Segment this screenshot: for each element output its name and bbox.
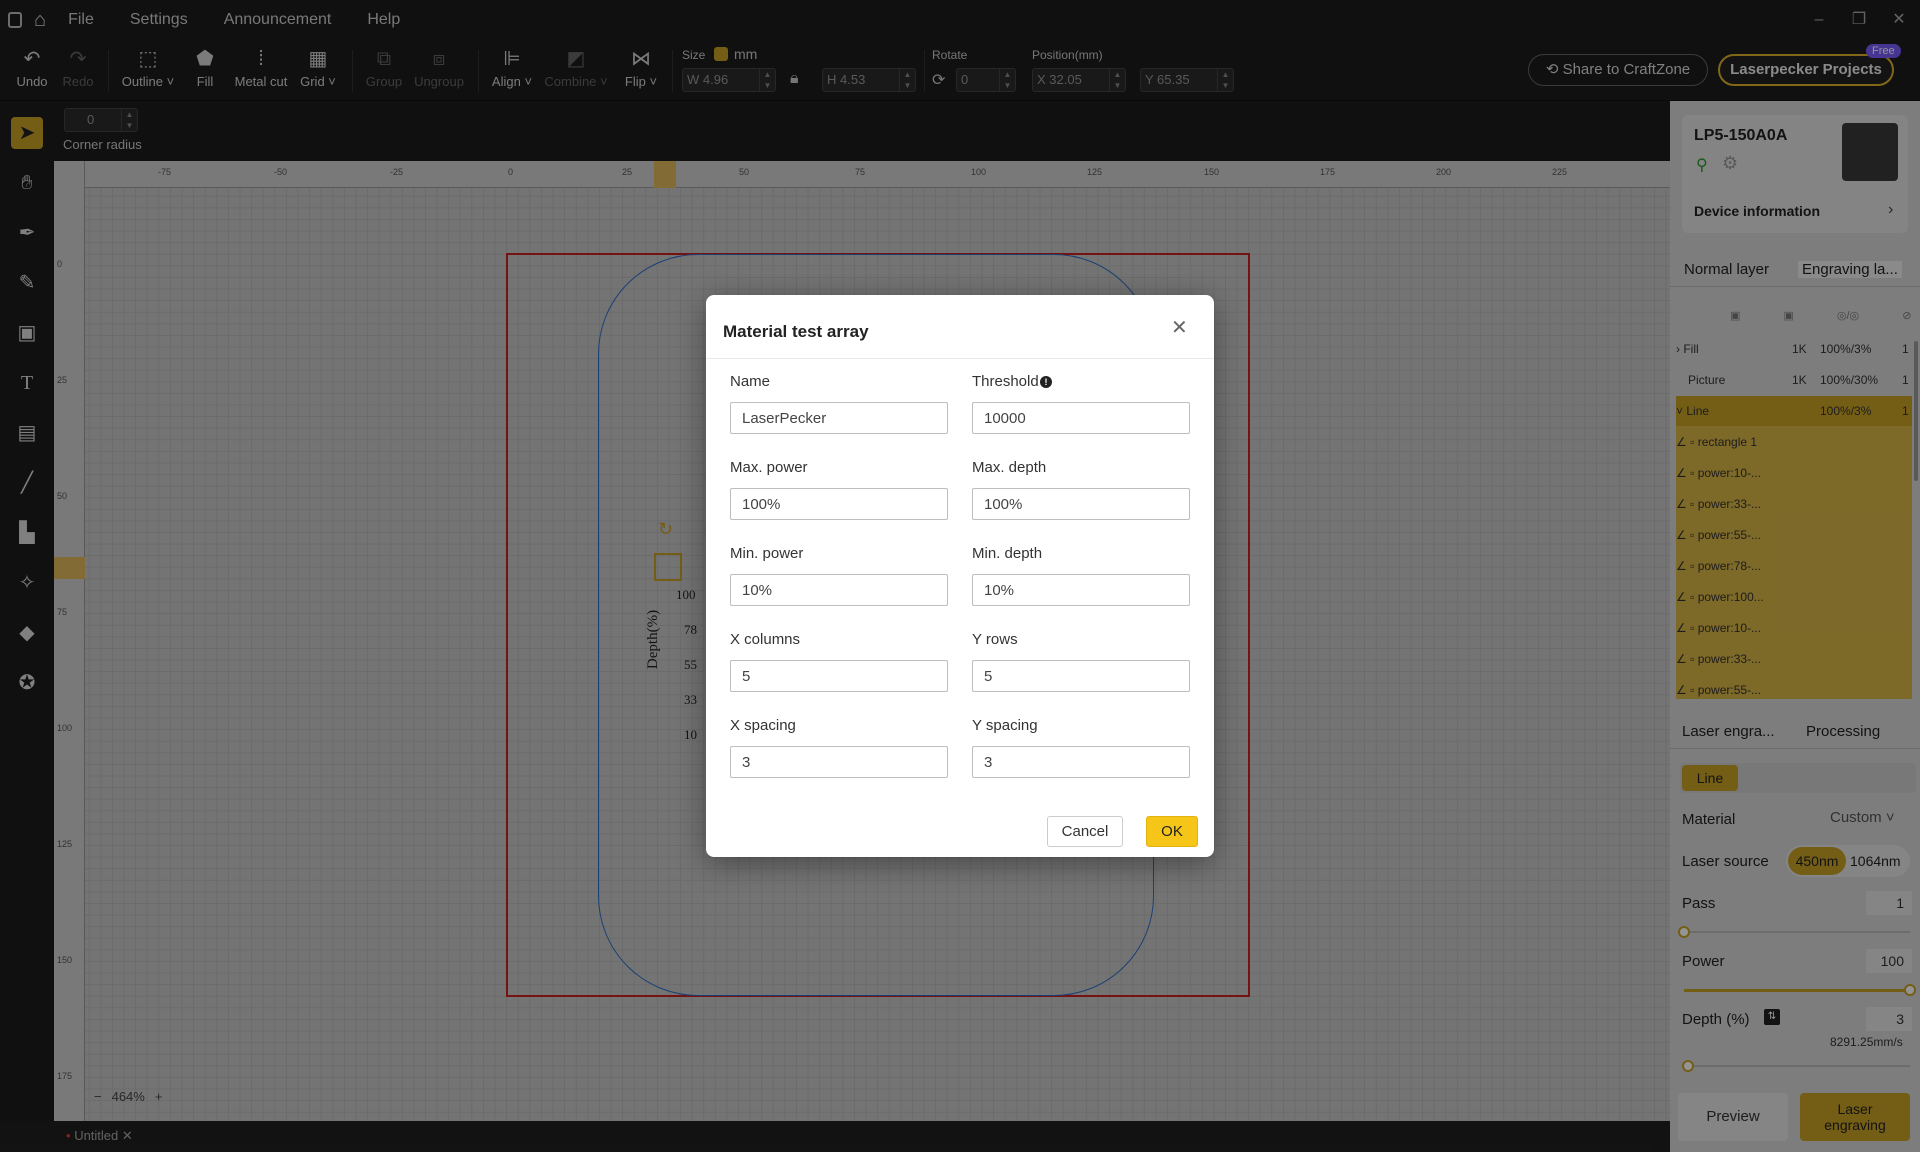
dialog-title: Material test array — [723, 322, 869, 341]
info-icon[interactable]: ! — [1040, 376, 1052, 388]
max-depth-label: Max. depth — [972, 459, 1047, 476]
x-spacing-input[interactable] — [730, 746, 948, 778]
min-power-input[interactable] — [730, 574, 948, 606]
min-power-label: Min. power — [730, 545, 804, 562]
x-columns-input[interactable] — [730, 660, 948, 692]
y-rows-input[interactable] — [972, 660, 1190, 692]
cancel-button[interactable]: Cancel — [1047, 816, 1123, 847]
y-spacing-label: Y spacing — [972, 717, 1038, 734]
material-test-dialog: Material test array ✕ Name Threshold ! M… — [706, 295, 1214, 857]
ok-button[interactable]: OK — [1146, 816, 1198, 847]
min-depth-input[interactable] — [972, 574, 1190, 606]
name-input[interactable] — [730, 402, 948, 434]
threshold-label: Threshold — [972, 373, 1039, 390]
threshold-input[interactable] — [972, 402, 1190, 434]
y-rows-label: Y rows — [972, 631, 1018, 648]
max-power-input[interactable] — [730, 488, 948, 520]
max-power-label: Max. power — [730, 459, 808, 476]
x-columns-label: X columns — [730, 631, 801, 648]
close-icon[interactable]: ✕ — [1171, 315, 1188, 340]
x-spacing-label: X spacing — [730, 717, 796, 734]
max-depth-input[interactable] — [972, 488, 1190, 520]
y-spacing-input[interactable] — [972, 746, 1190, 778]
min-depth-label: Min. depth — [972, 545, 1043, 562]
name-label: Name — [730, 373, 771, 390]
